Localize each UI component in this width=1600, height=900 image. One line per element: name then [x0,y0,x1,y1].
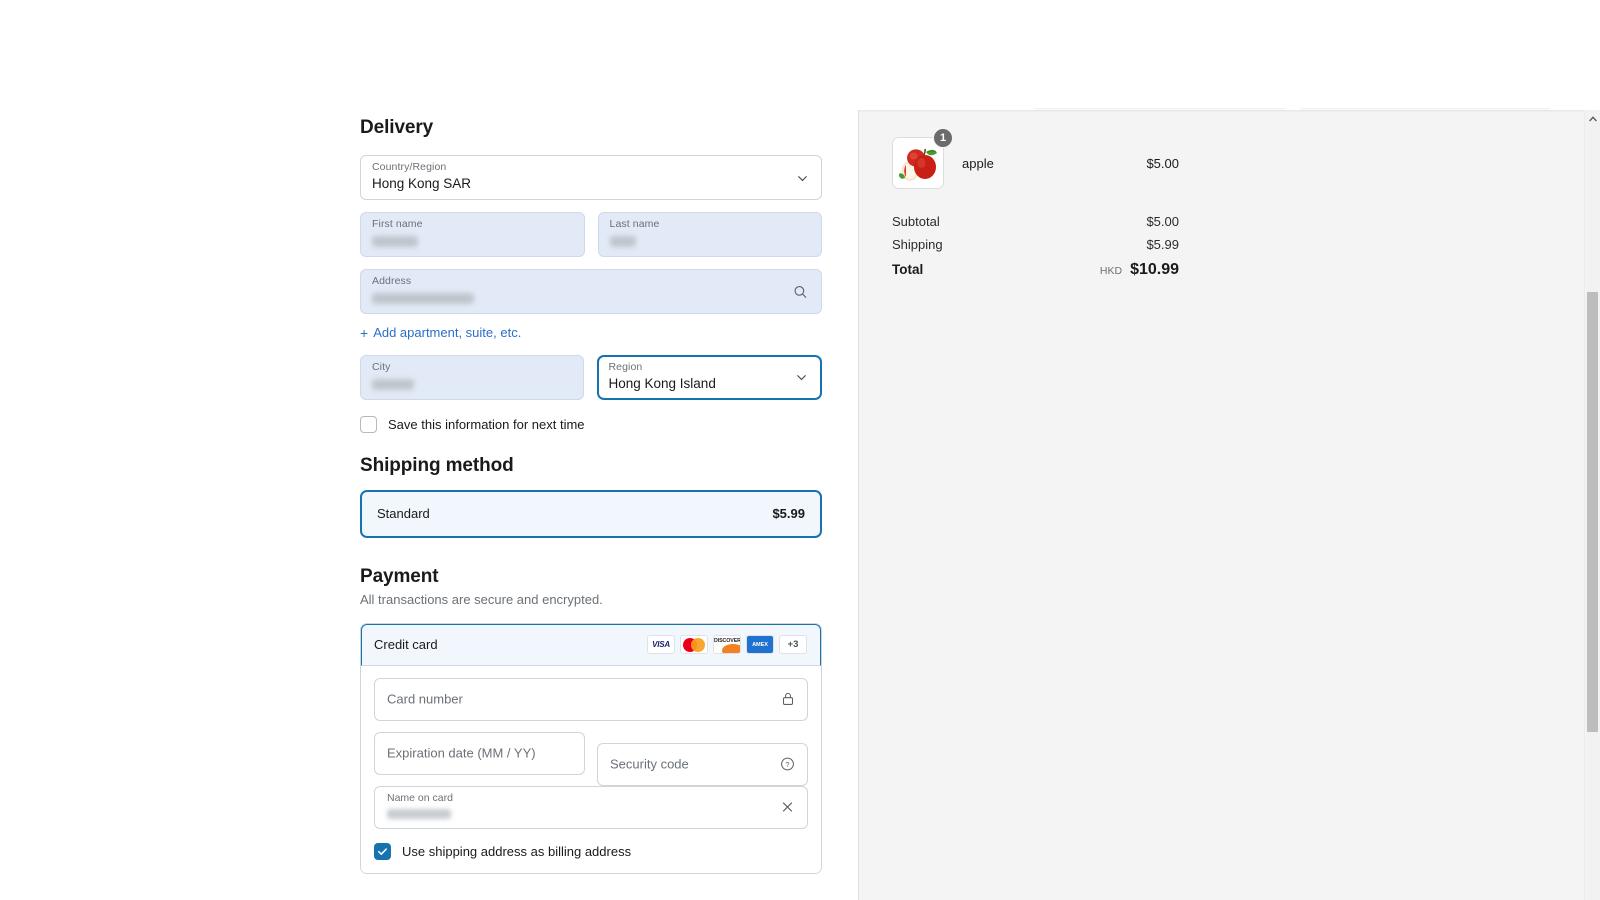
region-label: Region [608,360,643,373]
vertical-scrollbar[interactable] [1584,110,1600,900]
address-value-redacted [372,293,474,304]
total-currency: HKD [1099,265,1123,277]
product-name: apple [962,155,994,171]
credit-card-method-row[interactable]: Credit card VISA DISCOVER AMEX +3 [361,623,821,666]
shipping-row: Shipping $5.99 [892,237,1179,252]
name-row: First name Last name [360,212,822,257]
city-region-row: City Region Hong Kong Island [360,354,822,400]
mastercard-brand-icon [680,635,708,654]
chevron-up-icon [1589,115,1597,121]
last-name-input[interactable]: Last name [597,212,822,257]
payment-card-panel: Credit card VISA DISCOVER AMEX +3 Card n… [360,622,822,874]
search-icon[interactable] [793,284,808,299]
expiry-cvv-row: Expiration date (MM / YY) Security code … [374,731,808,786]
first-name-input[interactable]: First name [360,212,585,257]
security-code-placeholder: Security code [610,756,689,772]
last-name-label: Last name [609,218,660,230]
shipping-method-heading: Shipping method [360,454,514,476]
payment-subtitle: All transactions are secure and encrypte… [360,591,603,607]
more-brands-badge[interactable]: +3 [779,635,807,654]
card-fields: Card number Expiration date (MM / YY) Se… [361,665,821,873]
save-info-checkbox[interactable] [360,415,377,433]
city-label: City [372,360,391,373]
shipping-label: Shipping [892,237,943,252]
billing-same-checkbox[interactable] [374,842,391,860]
billing-same-label: Use shipping address as billing address [402,843,632,859]
card-number-input[interactable]: Card number [374,677,808,721]
name-on-card-label: Name on card [387,791,453,804]
country-region-value: Hong Kong SAR [372,176,472,191]
city-value-redacted [372,378,414,390]
checkout-form: Delivery Country/Region Hong Kong SAR Fi… [360,110,822,900]
save-info-label: Save this information for next time [388,416,585,432]
payment-heading: Payment [360,565,439,587]
visa-brand-icon: VISA [647,635,675,654]
delivery-heading: Delivery [360,117,434,138]
add-apartment-link[interactable]: + Add apartment, suite, etc. [360,325,521,340]
save-info-row[interactable]: Save this information for next time [360,415,822,433]
discover-brand-icon: DISCOVER [713,635,741,654]
credit-card-label: Credit card [374,637,438,652]
expiration-date-input[interactable]: Expiration date (MM / YY) [374,731,585,775]
city-input[interactable]: City [360,354,584,400]
name-on-card-input[interactable]: Name on card [374,785,808,829]
billing-address-row[interactable]: Use shipping address as billing address [374,842,808,860]
first-name-value-redacted [372,236,418,247]
quantity-badge: 1 [933,128,953,148]
order-summary-panel: 1 apple $5.00 Subtotal $5.00 Shipping $5… [858,110,1584,900]
country-region-select[interactable]: Country/Region Hong Kong SAR [360,155,822,200]
card-number-placeholder: Card number [387,691,463,707]
region-select[interactable]: Region Hong Kong Island [596,354,822,400]
amex-brand-icon: AMEX [746,635,774,654]
clear-x-icon[interactable] [780,800,795,815]
order-line-item: 1 apple $5.00 [892,128,1179,192]
subtotal-value: $5.00 [1146,214,1179,229]
total-value: $10.99 [1130,261,1179,278]
shipping-value: $5.99 [1146,237,1179,252]
region-value: Hong Kong Island [608,375,716,391]
scrollbar-thumb[interactable] [1587,292,1598,732]
plus-icon: + [360,324,369,341]
shipping-option-standard[interactable]: Standard $5.99 [360,489,822,538]
question-circle-icon[interactable]: ? [780,757,795,772]
check-icon [378,847,387,855]
total-label: Total [892,262,924,277]
chevron-down-icon [798,175,807,181]
card-brand-list: VISA DISCOVER AMEX +3 [647,635,807,654]
product-price: $5.00 [1146,155,1179,171]
address-label: Address [372,275,412,287]
total-row: Total HKD $10.99 [892,261,1179,279]
name-on-card-value-redacted [387,808,451,819]
country-region-label: Country/Region [372,161,447,173]
subtotal-row: Subtotal $5.00 [892,214,1179,229]
checkout-page: Delivery Country/Region Hong Kong SAR Fi… [0,0,1600,900]
expiration-placeholder: Expiration date (MM / YY) [387,745,536,761]
product-thumbnail-wrap: 1 [892,128,953,189]
svg-text:?: ? [785,760,789,769]
last-name-value-redacted [609,236,636,247]
first-name-label: First name [372,218,423,230]
address-input[interactable]: Address [360,269,822,314]
chevron-down-icon [797,374,806,381]
shipping-option-price: $5.99 [772,506,805,521]
add-apartment-label: Add apartment, suite, etc. [373,325,522,340]
order-summary-inner: 1 apple $5.00 Subtotal $5.00 Shipping $5… [859,110,1179,279]
security-code-input[interactable]: Security code ? [597,742,808,786]
lock-icon [782,692,794,705]
shipping-option-name: Standard [377,506,430,521]
subtotal-label: Subtotal [892,214,940,229]
scrollbar-up-arrow[interactable] [1585,110,1600,127]
